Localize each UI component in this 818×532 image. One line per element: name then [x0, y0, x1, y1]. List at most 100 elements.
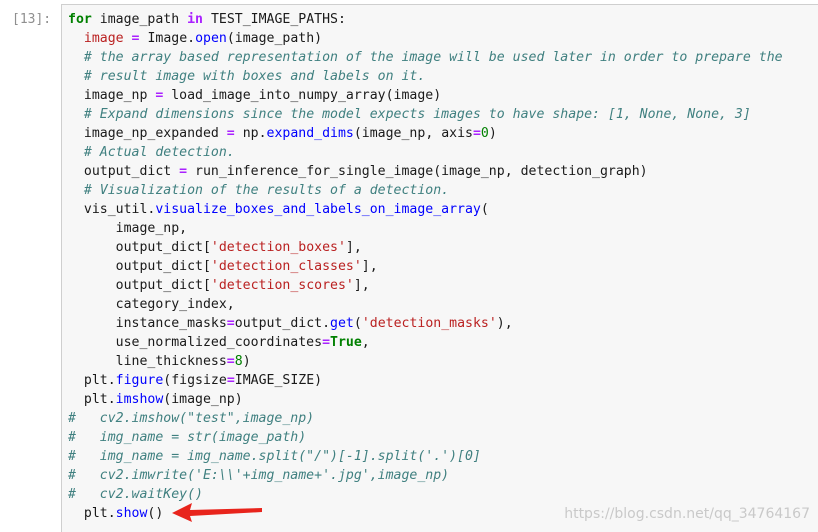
code-token: visualize_boxes_and_labels_on_image_arra… — [155, 202, 481, 217]
code-token: image_np, — [68, 221, 188, 236]
code-token: = — [131, 31, 140, 46]
code-line: # img_name = img_name.split("/")[-1].spl… — [68, 447, 783, 466]
code-token: ( — [353, 316, 362, 331]
code-token: ) — [242, 354, 251, 369]
code-token: get — [330, 316, 354, 331]
code-token: = — [472, 126, 481, 141]
code-line: # cv2.imshow("test",image_np) — [68, 409, 783, 428]
code-token: 0 — [480, 126, 489, 141]
code-token: = — [226, 373, 235, 388]
code-token: # Expand dimensions since the model expe… — [83, 107, 751, 122]
code-token: use_normalized_coordinates — [68, 335, 323, 350]
code-line: # Actual detection. — [68, 143, 783, 162]
code-token: 'detection_classes' — [210, 259, 362, 274]
code-token: = — [226, 126, 235, 141]
code-token: ), — [496, 316, 513, 331]
code-token: # cv2.imwrite('E:\\'+img_name+'.jpg',ima… — [68, 468, 450, 483]
code-token: category_index, — [68, 297, 235, 312]
code-token: plt. — [68, 392, 116, 407]
code-token: ( — [480, 202, 489, 217]
code-token: True — [330, 335, 362, 350]
code-token: image — [83, 31, 124, 46]
code-token: np. — [234, 126, 267, 141]
code-token: () — [147, 506, 164, 521]
code-token: in — [187, 12, 203, 27]
code-token: # Actual detection. — [83, 145, 235, 160]
code-token: (image_np, axis — [353, 126, 473, 141]
code-token: = — [179, 164, 188, 179]
code-line: output_dict = run_inference_for_single_i… — [68, 162, 783, 181]
code-token: instance_masks — [68, 316, 227, 331]
code-token: = — [226, 316, 235, 331]
code-line: line_thickness=8) — [68, 352, 783, 371]
cell-prompt: [13]: — [12, 12, 52, 27]
code-editor[interactable]: for image_path in TEST_IMAGE_PATHS: imag… — [68, 10, 783, 523]
code-line: instance_masks=output_dict.get('detectio… — [68, 314, 783, 333]
code-token: , — [361, 335, 370, 350]
code-token: # result image with boxes and labels on … — [83, 69, 426, 84]
code-token: # img_name = img_name.split("/")[-1].spl… — [68, 449, 481, 464]
code-token: figure — [115, 373, 164, 388]
code-token: = — [322, 335, 331, 350]
code-line: image_np = load_image_into_numpy_array(i… — [68, 86, 783, 105]
code-token: image_np — [68, 88, 156, 103]
code-token: image_path — [91, 12, 188, 27]
code-token: # the array based representation of the … — [83, 50, 783, 65]
code-token: run_inference_for_single_image(image_np,… — [187, 164, 648, 179]
code-token: Image. — [139, 31, 196, 46]
code-token: 'detection_masks' — [361, 316, 497, 331]
code-line: category_index, — [68, 295, 783, 314]
code-token: (image_np) — [163, 392, 243, 407]
code-token: image_np_expanded — [68, 126, 227, 141]
code-line: for image_path in TEST_IMAGE_PATHS: — [68, 10, 783, 29]
code-token: for — [68, 12, 92, 27]
code-token: open — [195, 31, 227, 46]
code-line: # Expand dimensions since the model expe… — [68, 105, 783, 124]
red-arrow-icon — [172, 503, 262, 522]
code-line: # img_name = str(image_path) — [68, 428, 783, 447]
code-line: image_np, — [68, 219, 783, 238]
code-line: # Visualization of the results of a dete… — [68, 181, 783, 200]
code-token: vis_util. — [68, 202, 156, 217]
code-token: output_dict. — [234, 316, 331, 331]
code-token: = — [226, 354, 235, 369]
code-line: use_normalized_coordinates=True, — [68, 333, 783, 352]
code-line: plt.figure(figsize=IMAGE_SIZE) — [68, 371, 783, 390]
code-token: # img_name = str(image_path) — [68, 430, 307, 445]
code-token: output_dict[ — [68, 278, 211, 293]
watermark: https://blog.csdn.net/qq_34764167 — [564, 506, 810, 522]
code-line: image_np_expanded = np.expand_dims(image… — [68, 124, 783, 143]
code-token: IMAGE_SIZE) — [234, 373, 323, 388]
code-line: image = Image.open(image_path) — [68, 29, 783, 48]
code-token: output_dict — [68, 164, 180, 179]
code-token: line_thickness — [68, 354, 227, 369]
code-line: output_dict['detection_scores'], — [68, 276, 783, 295]
code-token: 'detection_scores' — [210, 278, 354, 293]
code-token: imshow — [115, 392, 164, 407]
code-line: # cv2.imwrite('E:\\'+img_name+'.jpg',ima… — [68, 466, 783, 485]
code-token: plt. — [68, 373, 116, 388]
code-token: (figsize — [163, 373, 227, 388]
code-token: 8 — [234, 354, 243, 369]
code-line: vis_util.visualize_boxes_and_labels_on_i… — [68, 200, 783, 219]
code-line: # result image with boxes and labels on … — [68, 67, 783, 86]
code-token: plt. — [68, 506, 116, 521]
code-line: # the array based representation of the … — [68, 48, 783, 67]
code-line: plt.imshow(image_np) — [68, 390, 783, 409]
code-token: # Visualization of the results of a dete… — [83, 183, 450, 198]
code-line: output_dict['detection_boxes'], — [68, 238, 783, 257]
code-token: 'detection_boxes' — [210, 240, 346, 255]
code-token: output_dict[ — [68, 240, 211, 255]
code-token: output_dict[ — [68, 259, 211, 274]
code-line: output_dict['detection_classes'], — [68, 257, 783, 276]
code-token: ], — [353, 278, 370, 293]
code-token: # cv2.imshow("test",image_np) — [68, 411, 315, 426]
code-token: ], — [345, 240, 362, 255]
code-token: expand_dims — [266, 126, 354, 141]
code-token: (image_path) — [226, 31, 323, 46]
